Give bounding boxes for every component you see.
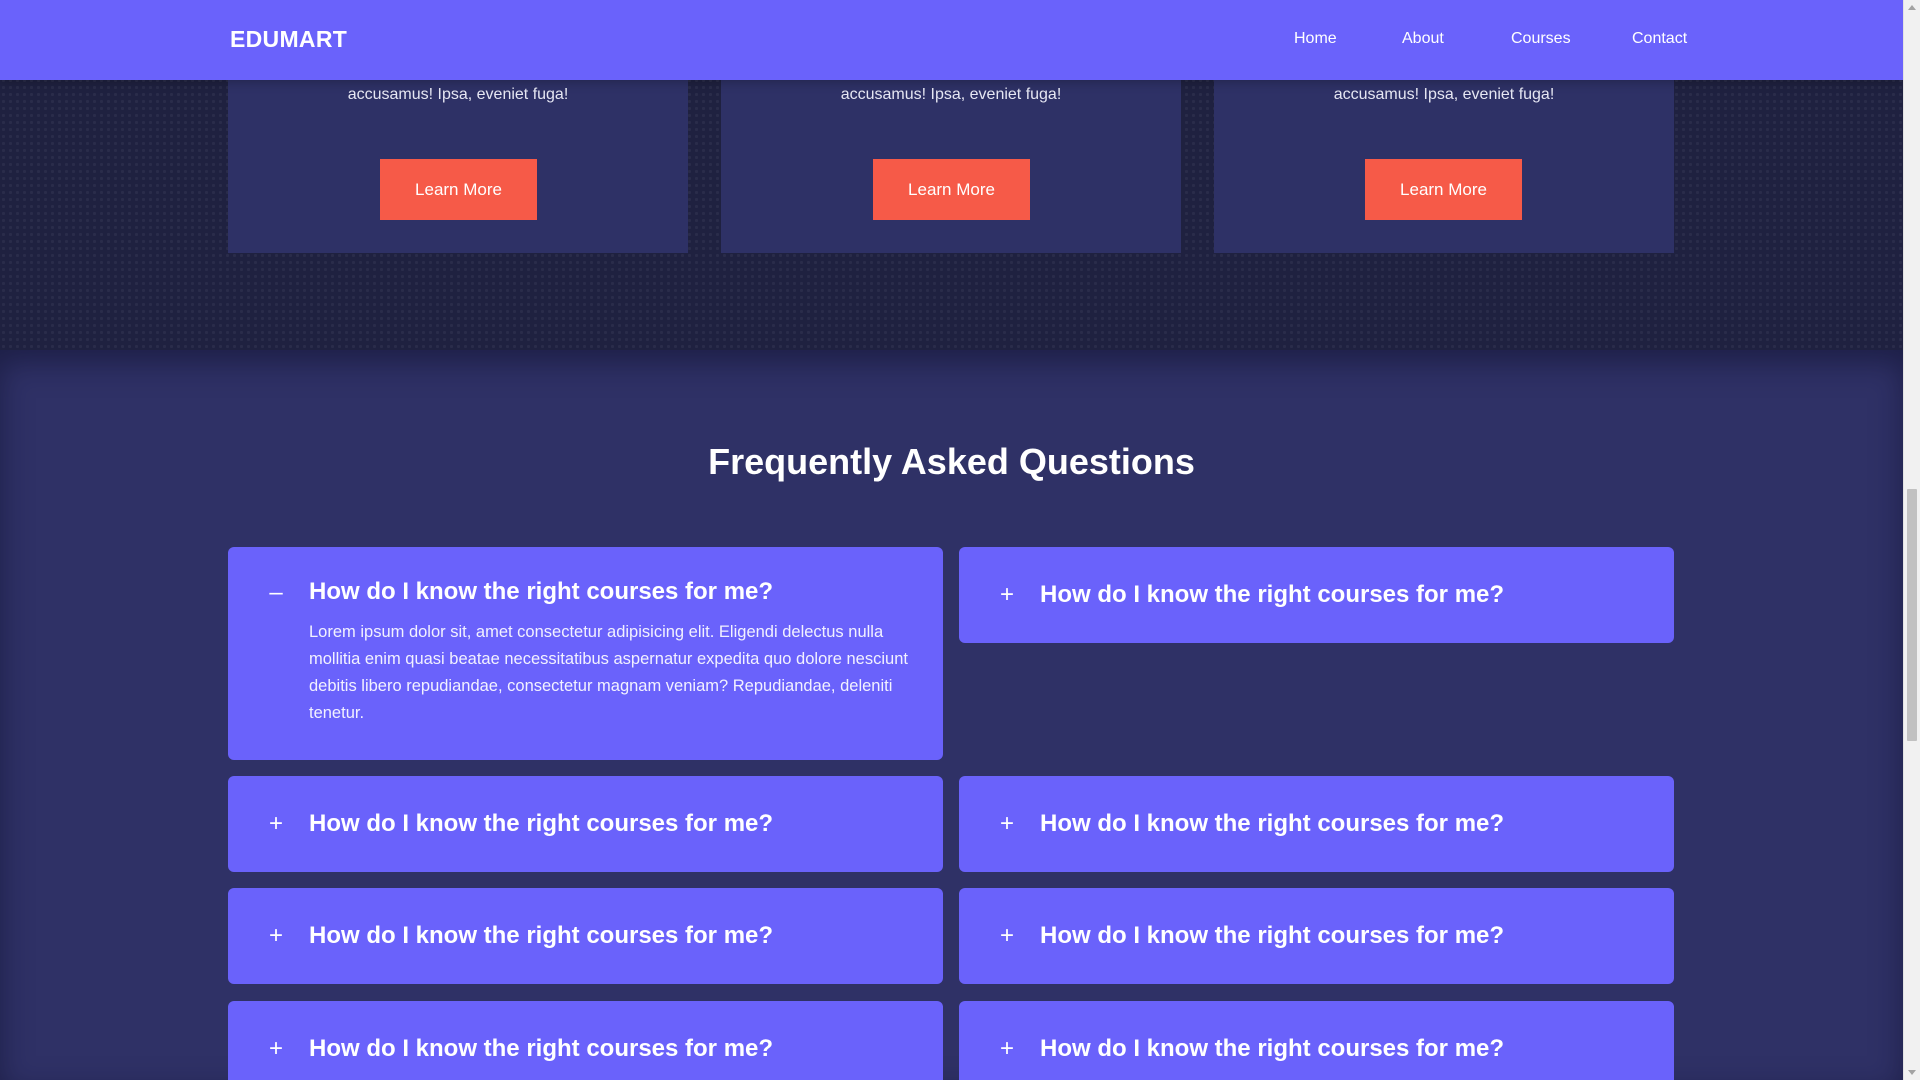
- nav-link-about[interactable]: About: [1402, 30, 1444, 48]
- site-header: EDUMART Home About Courses Contact: [0, 0, 1903, 80]
- faq-item-expanded[interactable]: – How do I know the right courses for me…: [228, 547, 943, 760]
- scrollbar-thumb[interactable]: [1907, 489, 1917, 741]
- faq-item[interactable]: + How do I know the right courses for me…: [959, 888, 1674, 984]
- learn-more-button[interactable]: Learn More: [873, 159, 1030, 220]
- faq-title: Frequently Asked Questions: [708, 441, 1195, 482]
- logo[interactable]: EDUMART: [230, 26, 347, 53]
- course-description: accusamus! Ipsa, eveniet fuga!: [347, 86, 569, 103]
- course-description: accusamus! Ipsa, eveniet fuga!: [1333, 86, 1555, 103]
- faq-question[interactable]: How do I know the right courses for me?: [309, 1035, 773, 1063]
- scroll-up-arrow-icon[interactable]: [1908, 5, 1916, 10]
- faq-question[interactable]: How do I know the right courses for me?: [1040, 810, 1504, 838]
- faq-question[interactable]: How do I know the right courses for me?: [309, 810, 773, 838]
- faq-item[interactable]: + How do I know the right courses for me…: [959, 547, 1674, 643]
- plus-icon[interactable]: +: [266, 812, 286, 836]
- faq-item[interactable]: + How do I know the right courses for me…: [228, 776, 943, 872]
- faq-question[interactable]: How do I know the right courses for me?: [1040, 581, 1504, 609]
- learn-more-button[interactable]: Learn More: [1365, 159, 1522, 220]
- minus-icon[interactable]: –: [266, 581, 286, 605]
- learn-more-button[interactable]: Learn More: [380, 159, 537, 220]
- faq-item[interactable]: + How do I know the right courses for me…: [228, 1001, 943, 1080]
- nav-link-contact[interactable]: Contact: [1632, 30, 1687, 48]
- nav-link-courses[interactable]: Courses: [1511, 30, 1571, 48]
- faq-question[interactable]: How do I know the right courses for me?: [309, 578, 773, 606]
- plus-icon[interactable]: +: [266, 1037, 286, 1061]
- page: accusamus! Ipsa, eveniet fuga! Learn Mor…: [0, 0, 1903, 1080]
- faq-item[interactable]: + How do I know the right courses for me…: [959, 776, 1674, 872]
- faq-item[interactable]: + How do I know the right courses for me…: [228, 888, 943, 984]
- plus-icon[interactable]: +: [266, 924, 286, 948]
- faq-question[interactable]: How do I know the right courses for me?: [1040, 1035, 1504, 1063]
- faq-question[interactable]: How do I know the right courses for me?: [309, 922, 773, 950]
- plus-icon[interactable]: +: [997, 812, 1017, 836]
- faq-section: Frequently Asked Questions – How do I kn…: [0, 350, 1903, 1080]
- faq-item[interactable]: + How do I know the right courses for me…: [959, 1001, 1674, 1080]
- plus-icon[interactable]: +: [997, 583, 1017, 607]
- scroll-down-arrow-icon[interactable]: [1908, 1070, 1916, 1075]
- course-description: accusamus! Ipsa, eveniet fuga!: [840, 86, 1062, 103]
- page-scrollbar[interactable]: [1903, 0, 1920, 1080]
- faq-answer: Lorem ipsum dolor sit, amet consectetur …: [309, 623, 908, 722]
- plus-icon[interactable]: +: [997, 924, 1017, 948]
- plus-icon[interactable]: +: [997, 1037, 1017, 1061]
- faq-question[interactable]: How do I know the right courses for me?: [1040, 922, 1504, 950]
- nav-link-home[interactable]: Home: [1294, 30, 1337, 48]
